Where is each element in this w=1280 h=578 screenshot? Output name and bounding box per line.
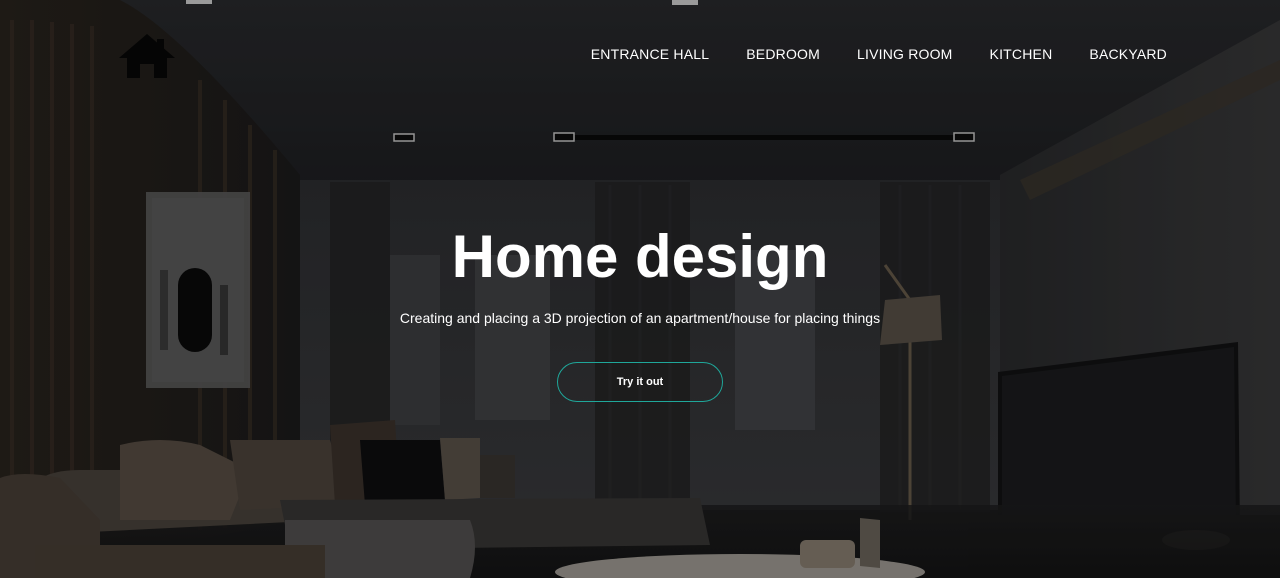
nav-item-kitchen[interactable]: KITCHEN <box>990 46 1053 62</box>
nav-item-entrance-hall[interactable]: ENTRANCE HALL <box>591 46 710 62</box>
main-nav: ENTRANCE HALL BEDROOM LIVING ROOM KITCHE… <box>591 46 1167 62</box>
hero-subtitle: Creating and placing a 3D projection of … <box>399 310 881 326</box>
nav-item-bedroom[interactable]: BEDROOM <box>746 46 820 62</box>
nav-item-living-room[interactable]: LIVING ROOM <box>857 46 953 62</box>
nav-item-backyard[interactable]: BACKYARD <box>1089 46 1167 62</box>
house-icon[interactable] <box>118 33 176 79</box>
hero-title: Home design <box>451 223 829 290</box>
try-it-out-button[interactable]: Try it out <box>557 362 723 402</box>
